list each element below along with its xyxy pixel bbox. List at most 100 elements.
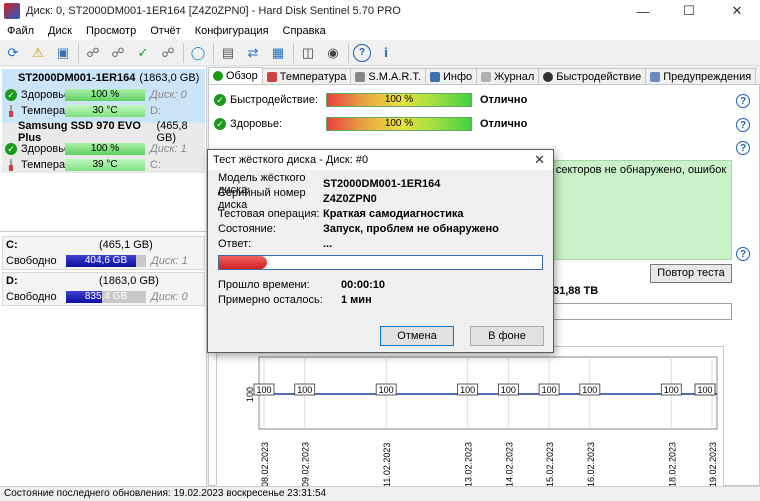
volume-entry-d[interactable]: D: (1863,0 GB) Свободно 835,4 GB Диск: 0: [2, 272, 205, 306]
menu-file[interactable]: Файл: [0, 25, 41, 37]
value-label: 100: [697, 385, 712, 395]
alert-icon[interactable]: ⚠: [28, 43, 48, 63]
row-value: 00:00:10: [341, 279, 386, 291]
health-bar: 100 %: [326, 117, 472, 131]
toolbar-separator: [183, 42, 184, 63]
thermometer-icon: [7, 159, 15, 171]
value-label: 100: [297, 385, 312, 395]
menu-view[interactable]: Просмотр: [79, 25, 143, 37]
minimize-icon[interactable]: —: [620, 0, 666, 22]
title-bar: Диск: 0, ST2000DM001-1ER164 [Z4Z0ZPN0] -…: [0, 0, 760, 22]
retest-button[interactable]: Повтор теста: [650, 264, 732, 283]
test-progress-bar: [218, 255, 543, 270]
disk-entry-0[interactable]: ST2000DM001-1ER164 (1863,0 GB) ✓ Здоровь…: [2, 69, 205, 125]
satellite-check-icon[interactable]: ✓: [133, 43, 153, 63]
info-icon[interactable]: i: [376, 43, 396, 63]
network-icon[interactable]: ▦: [268, 43, 288, 63]
menu-help[interactable]: Справка: [276, 25, 333, 37]
tab-performance[interactable]: Быстродействие: [538, 68, 647, 84]
menu-report[interactable]: Отчёт: [143, 25, 187, 37]
performance-bar: 100 %: [326, 93, 472, 107]
help-icon[interactable]: ?: [736, 141, 750, 155]
globe-icon[interactable]: ◯: [188, 43, 208, 63]
volume-letter: D:: [6, 275, 18, 287]
tab-label: Журнал: [494, 70, 535, 83]
disk-entry-1[interactable]: Samsung SSD 970 EVO Plus (465,8 GB) ✓ Зд…: [2, 120, 205, 173]
health-row: ✓ Здоровье: 100 % Отлично: [214, 116, 754, 132]
close-icon[interactable]: ✕: [714, 0, 760, 22]
menu-disk[interactable]: Диск: [41, 25, 79, 37]
health-bar: 100 %: [65, 89, 145, 101]
value-label: 100: [582, 385, 597, 395]
total-written-value: 31,88 TB: [553, 285, 599, 297]
health-label: Здоровье:: [230, 118, 283, 130]
satellite-icon[interactable]: ☍: [108, 43, 128, 63]
window-title: Диск: 0, ST2000DM001-1ER164 [Z4Z0ZPN0] -…: [26, 5, 401, 17]
monitor-icon[interactable]: ◫: [298, 43, 318, 63]
thermometer-icon: [266, 71, 277, 82]
value-label: 100: [460, 385, 475, 395]
toolbar-separator: [78, 42, 79, 63]
satellite-icon[interactable]: ☍: [83, 43, 103, 63]
document-icon[interactable]: ▤: [218, 43, 238, 63]
cancel-button[interactable]: Отмена: [380, 326, 454, 346]
volume-size: (465,1 GB): [99, 239, 153, 251]
row-value: 1 мин: [341, 294, 372, 306]
x-tick-label: 11.02.2023: [382, 443, 392, 487]
volume-disk: Диск: 0: [151, 291, 188, 303]
x-tick-label: 08.02.2023: [260, 442, 270, 487]
background-button[interactable]: В фоне: [470, 326, 544, 346]
temp-bar: 39 °C: [65, 159, 145, 171]
sync-icon[interactable]: ⇄: [243, 43, 263, 63]
disk-index: Диск: 1: [150, 143, 187, 155]
tab-info[interactable]: Инфо: [424, 68, 478, 84]
tab-log[interactable]: Журнал: [476, 68, 540, 84]
volume-header: C: (465,1 GB): [3, 237, 204, 253]
menu-config[interactable]: Конфигурация: [188, 25, 276, 37]
help-icon[interactable]: ?: [353, 43, 371, 62]
dialog-state-row: Состояние: Запуск, проблем не обнаружено: [218, 222, 499, 236]
toolbar-separator: [348, 42, 349, 63]
close-icon[interactable]: ✕: [534, 152, 545, 168]
speaker-icon[interactable]: ◉: [323, 43, 343, 63]
tab-alerts[interactable]: Предупреждения: [645, 68, 757, 84]
satellite-icon[interactable]: ☍: [158, 43, 178, 63]
x-tick-label: 14.02.2023: [504, 442, 514, 487]
volume-letter: C:: [6, 239, 18, 251]
row-key: Прошло времени:: [218, 279, 310, 291]
disk-health-row: ✓ Здоровье: 100 % Диск: 0: [2, 87, 205, 103]
drive-letter: D:: [150, 105, 161, 117]
row-value: ...: [323, 238, 333, 250]
disk-size: (1863,0 GB): [139, 72, 200, 84]
alerts-icon: [650, 71, 661, 82]
row-value: ST2000DM001-1ER164: [323, 178, 441, 190]
ok-icon: ✓: [5, 89, 17, 101]
menu-bar: Файл Диск Просмотр Отчёт Конфигурация Сп…: [0, 22, 760, 40]
help-icon[interactable]: ?: [736, 247, 750, 261]
tab-overview[interactable]: Обзор: [208, 67, 263, 84]
description-field[interactable]: [553, 303, 732, 320]
info-icon: [429, 71, 440, 82]
maximize-icon[interactable]: ☐: [666, 0, 712, 22]
row-key: Состояние:: [218, 223, 276, 235]
toolbar: ⟳ ⚠ ▣ ☍ ☍ ✓ ☍ ◯ ▤ ⇄ ▦ ◫ ◉ ? i: [0, 40, 760, 66]
volume-disk: Диск: 1: [151, 255, 188, 267]
disk-temp-row: Температура: 30 °C D:: [2, 103, 205, 119]
volume-entry-c[interactable]: C: (465,1 GB) Свободно 404,6 GB Диск: 1: [2, 236, 205, 270]
tab-label: Температура: [279, 70, 347, 83]
ok-icon: [213, 71, 223, 81]
dialog-operation-row: Тестовая операция: Краткая самодиагностик…: [218, 207, 464, 221]
volume-free-row: Свободно 404,6 GB Диск: 1: [3, 253, 204, 269]
volume-size: (1863,0 GB): [99, 275, 159, 287]
value-label: 100: [664, 385, 679, 395]
tab-label: Инфо: [442, 70, 473, 83]
tab-smart[interactable]: S.M.A.R.T.: [350, 68, 426, 84]
drive-icon[interactable]: ▣: [53, 43, 73, 63]
free-space-value: 835,4 GB: [84, 291, 128, 302]
help-icon[interactable]: ?: [736, 118, 750, 132]
refresh-icon[interactable]: ⟳: [3, 43, 23, 63]
row-value: Краткая самодиагностика: [323, 208, 464, 220]
status-bar: Состояние последнего обновления: 19.02.2…: [0, 486, 760, 501]
help-icon[interactable]: ?: [736, 94, 750, 108]
tab-temperature[interactable]: Температура: [261, 68, 352, 84]
